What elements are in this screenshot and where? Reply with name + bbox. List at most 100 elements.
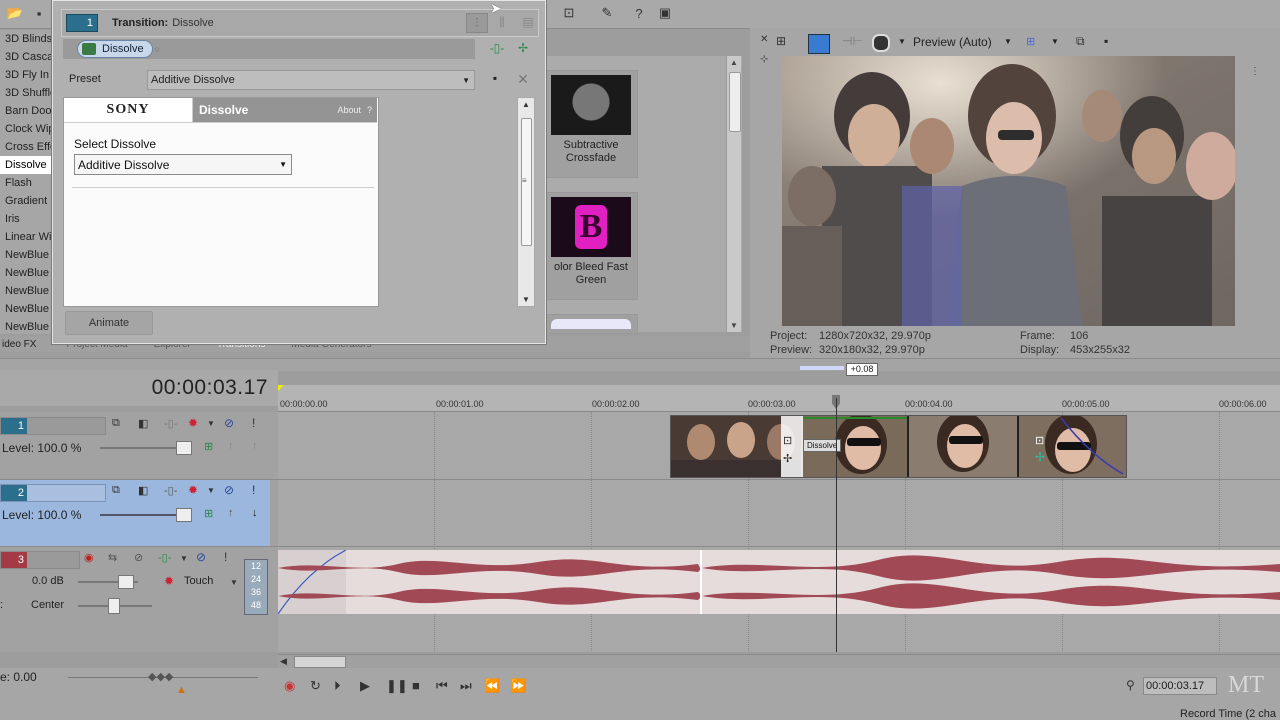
chevron-down-icon[interactable]: ▼	[898, 37, 906, 46]
list-item[interactable]: Flash	[0, 174, 55, 192]
chevron-down-icon[interactable]: ▼	[1004, 37, 1012, 46]
grid-icon[interactable]: ▤	[520, 13, 536, 31]
list-item[interactable]: 3D Fly In	[0, 66, 55, 84]
pin-icon[interactable]: ⫶	[466, 13, 488, 33]
preview-quality[interactable]: Preview (Auto)	[913, 35, 992, 49]
cursor-position-field[interactable]: 00:00:03.17	[1143, 677, 1217, 695]
loop-playback-icon[interactable]: ↻	[310, 678, 321, 694]
preset-dropdown[interactable]: Additive Dissolve ▼	[147, 70, 475, 90]
track-motion-icon[interactable]: ⧉	[112, 484, 120, 497]
list-item[interactable]: Cross Effect	[0, 138, 55, 156]
delete-preset-icon[interactable]: ✕	[515, 71, 531, 87]
list-item[interactable]: 3D Blinds	[0, 30, 55, 48]
play-from-start-icon[interactable]: ⏵	[334, 678, 341, 694]
close-icon[interactable]: ✕	[760, 34, 768, 45]
mute-icon[interactable]: ⊘	[224, 483, 234, 497]
chevron-down-icon[interactable]: ▼	[207, 486, 215, 495]
thumb-subtractive-crossfade[interactable]: Subtractive Crossfade	[544, 70, 638, 178]
track-header-2[interactable]: 2 ⧉ ◧ -▯- ✹ ▼ ⊘ ! Level: 100.0 % ⊞ ↑ ↓	[0, 480, 270, 546]
image-icon[interactable]: ▣	[656, 4, 674, 22]
save-icon[interactable]: ▪	[30, 4, 48, 22]
event-fx-icon[interactable]: ✢	[1035, 450, 1045, 464]
fx-chain-icon[interactable]: -▯-	[164, 417, 177, 430]
list-item[interactable]: Iris	[0, 210, 55, 228]
chevron-down-icon[interactable]: ▼	[180, 554, 188, 563]
list-item[interactable]: NewBlue	[0, 318, 55, 334]
pan-crop-icon[interactable]: ⊡	[1035, 434, 1044, 447]
compositing-icon[interactable]: ◧	[138, 484, 148, 497]
list-item[interactable]: Clock Wipe	[0, 120, 55, 138]
list-item[interactable]: NewBlue	[0, 300, 55, 318]
split-screen-icon[interactable]: ⊣⊢	[842, 34, 863, 48]
select-dissolve-dropdown[interactable]: Additive Dissolve ▼	[74, 154, 292, 175]
about-link[interactable]: About	[337, 105, 361, 115]
pause-icon[interactable]: ❚❚	[386, 678, 408, 694]
thumb-color-bleed[interactable]: B olor Bleed Fast Green	[544, 192, 638, 300]
save-snapshot-icon[interactable]: ▪	[1104, 34, 1108, 48]
solo-icon[interactable]: !	[252, 483, 255, 497]
volume-slider-thumb[interactable]	[118, 575, 134, 589]
copy-snapshot-icon[interactable]: ⧉	[1076, 34, 1085, 49]
video-clip[interactable]: Dissolve ⊡ ✢ ⊡ ✢	[670, 415, 1127, 478]
list-item[interactable]: Gradient	[0, 192, 55, 210]
prev-frame-icon[interactable]: ⏪	[484, 678, 500, 694]
solo-icon[interactable]: !	[224, 550, 227, 564]
list-item[interactable]: 3D Shuffle	[0, 84, 55, 102]
list-item[interactable]: NewBlue	[0, 282, 55, 300]
remove-plugin-icon[interactable]: ✢	[515, 41, 531, 57]
fx-chain-icon[interactable]: -▯-	[164, 484, 177, 497]
track-header-1[interactable]: 1 ⧉ ◧ -▯- ✹ ▼ ⊘ ! Level: 100.0 % ⊞ ↑ ↑	[0, 413, 270, 479]
open-folder-icon[interactable]: 📂	[6, 4, 24, 22]
rate-handle-icon[interactable]: ◆◆◆	[148, 670, 173, 683]
play-icon[interactable]: ▶	[360, 678, 370, 694]
track-name-field[interactable]: 2	[0, 484, 106, 502]
automation-mode-icon[interactable]: ✹	[164, 574, 174, 588]
chevron-down-icon[interactable]: ▼	[1051, 37, 1059, 46]
save-preset-icon[interactable]: ▪	[487, 71, 503, 87]
bypass-icon[interactable]: ⊞	[204, 440, 213, 453]
dock-grip[interactable]: ⋮	[1250, 66, 1260, 77]
solo-icon[interactable]: !	[252, 416, 255, 430]
level-slider-thumb[interactable]	[176, 508, 192, 522]
go-to-end-icon[interactable]: ⏭	[460, 678, 472, 694]
event-fx-icon[interactable]: ✢	[783, 452, 792, 465]
chevron-down-icon[interactable]: ▼	[207, 419, 215, 428]
scrollbar-thumb[interactable]	[294, 656, 346, 668]
pan-crop-icon[interactable]: ⊡	[783, 434, 792, 447]
audio-clip[interactable]	[277, 549, 1280, 615]
thumbs-scrollbar[interactable]: ▲ ▼	[726, 56, 741, 332]
list-item[interactable]: NewBlue	[0, 264, 55, 282]
stop-icon[interactable]: ■	[412, 678, 420, 693]
dialog-scrollbar[interactable]: ▲ ≡ ▼	[517, 97, 535, 307]
track-fx-icon[interactable]: ✹	[188, 483, 198, 497]
mute-icon[interactable]: ⊘	[224, 416, 234, 430]
list-item[interactable]: NewBlue	[0, 246, 55, 264]
go-to-start-icon[interactable]: ⏮	[436, 678, 448, 694]
about-help-icon[interactable]: ?	[367, 105, 372, 115]
brush-icon[interactable]: ✎	[598, 4, 616, 22]
properties-icon[interactable]: ⊞	[776, 34, 796, 52]
next-frame-icon[interactable]: ⏩	[510, 678, 526, 694]
list-item[interactable]: 3D Cascade	[0, 48, 55, 66]
tab-video-fx[interactable]: ideo FX	[2, 339, 36, 350]
bypass-icon[interactable]: ⊞	[204, 507, 213, 520]
track-name-field[interactable]: 1	[0, 417, 106, 435]
animate-button[interactable]: Animate	[65, 311, 153, 335]
track-fx-icon[interactable]: ✹	[188, 416, 198, 430]
time-ruler[interactable]: 00:00:00.00 00:00:01.00 00:00:02.00 00:0…	[278, 385, 1280, 412]
chevron-down-icon[interactable]: ▼	[230, 578, 238, 587]
pan-slider-thumb[interactable]	[108, 598, 120, 614]
mute-icon[interactable]: ⊘	[196, 550, 206, 564]
compositing-icon[interactable]: ◧	[138, 417, 148, 430]
invert-phase-icon[interactable]: ⇆	[108, 551, 117, 564]
fx-chain-icon[interactable]: -▯-	[158, 551, 171, 564]
zoom-icon[interactable]: ⊡	[560, 4, 578, 22]
track-motion-icon[interactable]: ⧉	[112, 417, 120, 430]
overlays-icon[interactable]	[872, 34, 890, 52]
help-icon[interactable]: ?	[630, 4, 648, 22]
pin-icon[interactable]: ⊹	[760, 54, 768, 65]
track-name-field[interactable]: 3	[0, 551, 80, 569]
expand-icon[interactable]: ↑	[228, 507, 234, 519]
automation-mode-label[interactable]: Touch	[184, 575, 213, 587]
grid-icon[interactable]: ⊞	[1026, 35, 1035, 48]
